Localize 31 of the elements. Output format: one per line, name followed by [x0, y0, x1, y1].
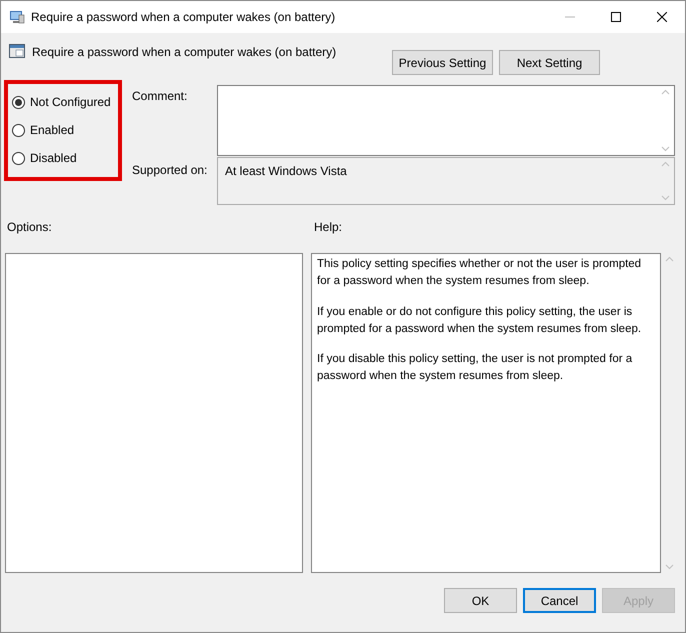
computer-icon [9, 9, 25, 25]
help-label: Help: [314, 219, 342, 236]
help-text: If you enable or do not configure this policy setting, the user is prompted for a password when the system resumes from sleep. [317, 304, 642, 337]
policy-icon [9, 43, 25, 59]
radio-dot[interactable] [12, 124, 25, 136]
scroll-up-icon [661, 161, 670, 167]
scroll-down-icon [665, 564, 674, 570]
supported-on-label: Supported on: [132, 162, 208, 179]
radio-option[interactable]: Not Configured [12, 88, 111, 116]
scroll-up-icon [665, 256, 674, 262]
maximize-icon[interactable] [611, 12, 621, 22]
comment-label: Comment: [132, 88, 188, 105]
next-setting-button[interactable]: Next Setting [499, 50, 600, 75]
scroll-down-icon [661, 146, 670, 152]
close-icon[interactable] [657, 12, 667, 22]
previous-setting-button[interactable]: Previous Setting [392, 50, 493, 75]
dialog-button[interactable]: Cancel [523, 588, 596, 613]
dialog-button[interactable]: OK [444, 588, 517, 613]
policy-title: Require a password when a computer wakes (on battery) [32, 44, 338, 61]
window-title: Require a password when a computer wakes (on battery) [31, 9, 336, 26]
options-label: Options: [7, 219, 53, 236]
radio-dot[interactable] [12, 152, 25, 164]
radio-option[interactable]: Disabled [12, 144, 77, 172]
supported-on-value: At least Windows Vista [224, 163, 348, 180]
comment-field[interactable] [217, 85, 675, 156]
radio-dot[interactable] [12, 96, 25, 108]
scroll-up-icon [661, 89, 670, 95]
help-text: This policy setting specifies whether or not the user is prompted for a password when the system resumes from sleep. [317, 257, 642, 290]
radio-option[interactable]: Enabled [12, 116, 74, 144]
help-text: If you disable this policy setting, the user is not prompted for a password when the system resumes from sleep. [317, 352, 634, 384]
scroll-down-icon [661, 195, 670, 201]
